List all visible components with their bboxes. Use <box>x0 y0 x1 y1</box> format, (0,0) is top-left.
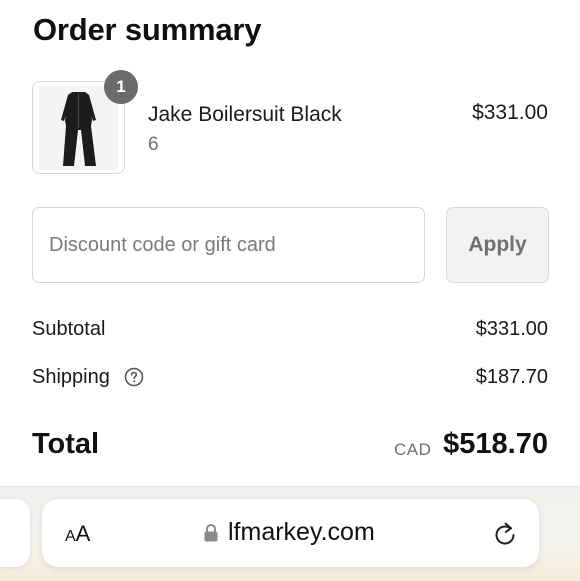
subtotal-label: Subtotal <box>32 318 106 340</box>
quantity-badge: 1 <box>104 70 138 104</box>
text-size-small-glyph: A <box>65 528 76 545</box>
total-currency: CAD <box>394 440 432 459</box>
previous-tab-edge[interactable] <box>0 499 30 567</box>
shipping-label: Shipping <box>32 366 110 388</box>
text-size-button[interactable]: AA <box>65 521 90 547</box>
boilersuit-image <box>61 92 96 166</box>
discount-input[interactable] <box>49 208 409 282</box>
total-value: $518.70 <box>443 428 548 460</box>
reload-icon[interactable] <box>493 521 517 547</box>
shipping-value: $187.70 <box>475 366 548 388</box>
url-text[interactable]: lfmarkey.com <box>228 518 375 547</box>
total-label: Total <box>32 428 100 460</box>
question-circle-icon[interactable] <box>124 367 144 387</box>
text-size-large-glyph: A <box>75 521 91 546</box>
order-summary-title: Order summary <box>33 12 262 47</box>
apply-button[interactable]: Apply <box>446 207 549 283</box>
lock-icon <box>203 523 219 543</box>
product-name: Jake Boilersuit Black <box>148 103 342 126</box>
product-price: $331.00 <box>472 101 548 124</box>
discount-field[interactable] <box>32 207 425 283</box>
product-variant: 6 <box>148 134 159 155</box>
subtotal-value: $331.00 <box>475 318 548 340</box>
